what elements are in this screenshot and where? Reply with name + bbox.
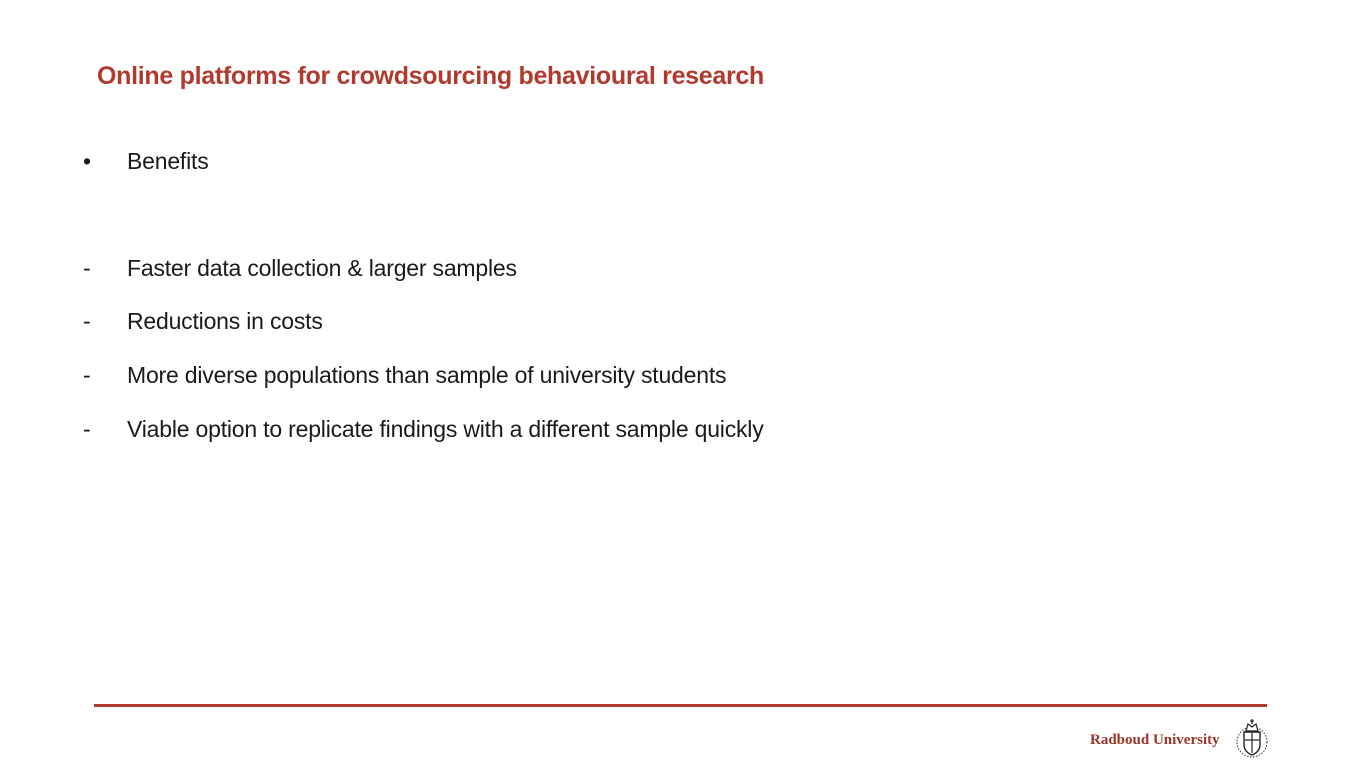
list-item-text: Faster data collection & larger samples xyxy=(127,255,517,281)
dash-marker: - xyxy=(83,362,91,388)
list-item: - Faster data collection & larger sample… xyxy=(0,255,1366,287)
brand-name: Radboud University xyxy=(1090,732,1220,748)
dash-marker: - xyxy=(83,416,91,442)
list-item: - Viable option to replicate findings wi… xyxy=(0,416,1366,448)
radboud-crest-icon xyxy=(1235,718,1269,760)
list-item: - Reductions in costs xyxy=(0,308,1366,340)
dash-marker: - xyxy=(83,255,91,281)
bullet-text: Benefits xyxy=(127,148,209,174)
dash-marker: - xyxy=(83,308,91,334)
list-item-text: More diverse populations than sample of … xyxy=(127,362,727,388)
bullet-marker: • xyxy=(83,148,92,174)
list-item: - More diverse populations than sample o… xyxy=(0,362,1366,394)
bullet-heading: • Benefits xyxy=(0,148,1366,180)
list-item-text: Viable option to replicate findings with… xyxy=(127,416,764,442)
footer-divider xyxy=(94,704,1267,707)
slide-title: Online platforms for crowdsourcing behav… xyxy=(97,62,764,90)
list-item-text: Reductions in costs xyxy=(127,308,323,334)
